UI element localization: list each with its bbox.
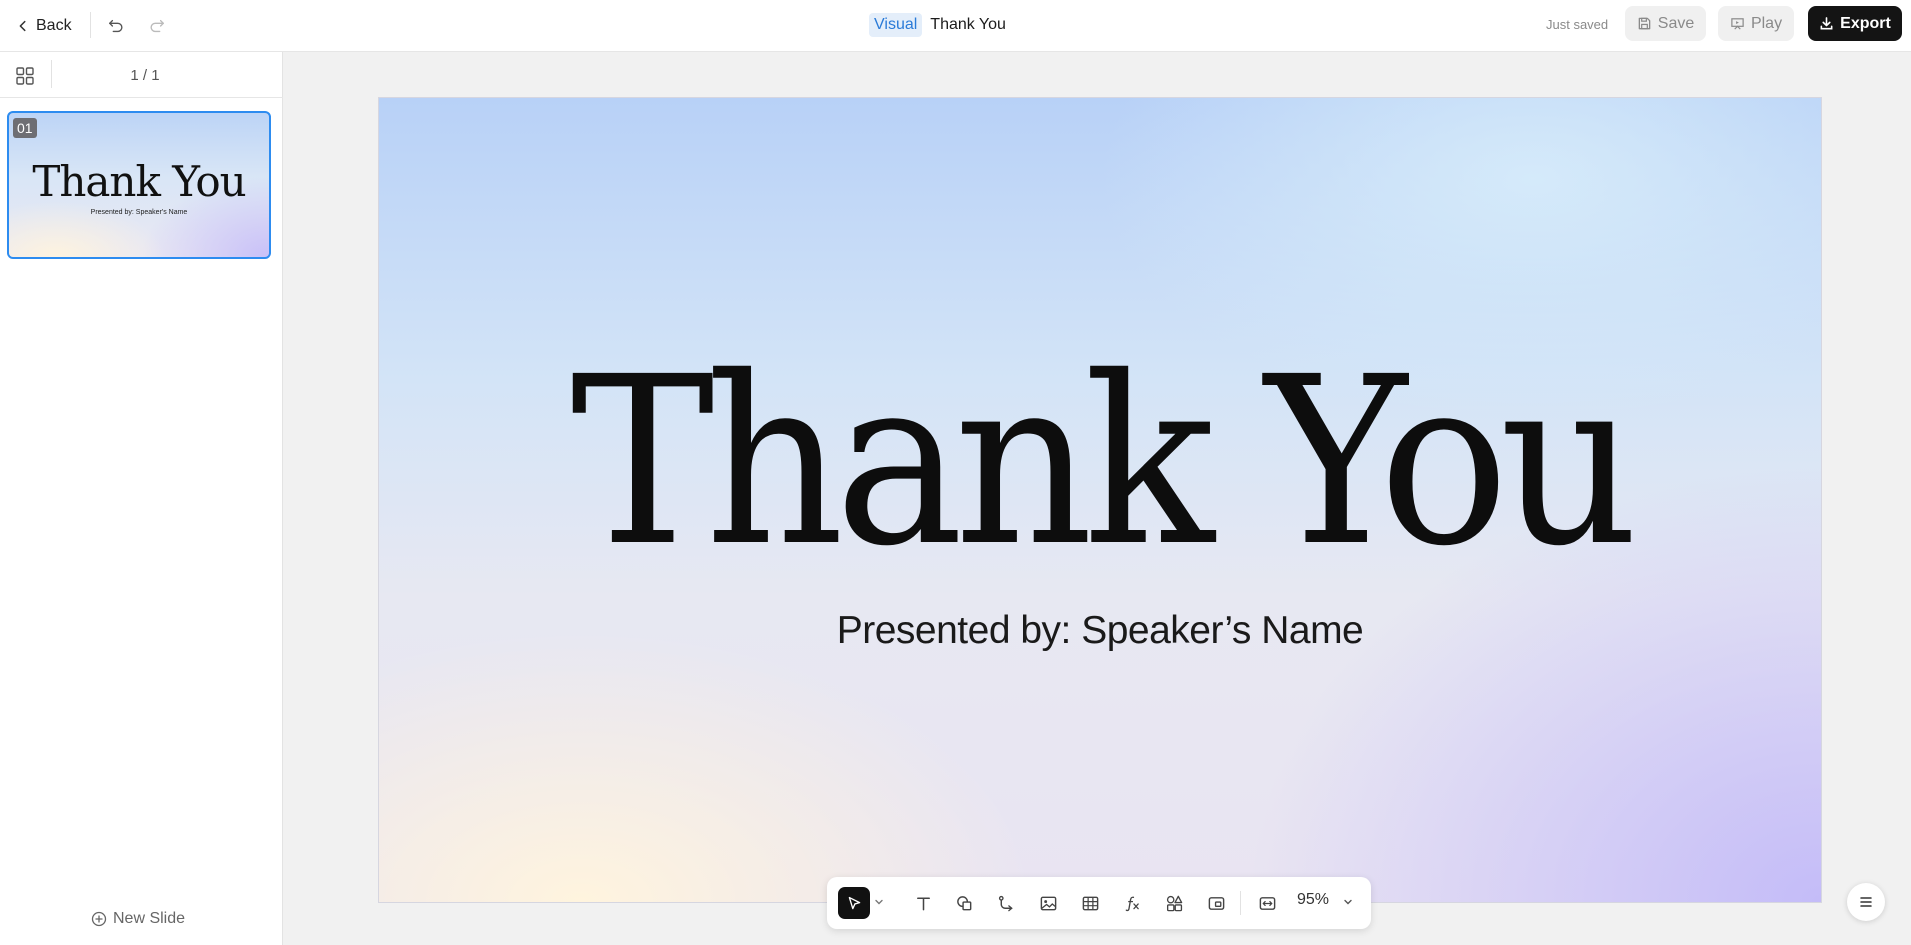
components-tool[interactable] xyxy=(1161,890,1187,916)
table-icon xyxy=(1082,896,1098,910)
top-bar: Back Visual Thank You Just saved Save Pl… xyxy=(0,0,1911,52)
play-icon xyxy=(1731,18,1744,30)
save-button[interactable]: Save xyxy=(1625,6,1706,41)
back-label: Back xyxy=(36,17,72,34)
slide-thumbnail[interactable]: 01 Thank You Presented by: Speaker's Nam… xyxy=(7,111,271,259)
fit-width-icon xyxy=(1259,896,1275,910)
download-icon xyxy=(1820,17,1833,30)
slide-title[interactable]: Thank You xyxy=(429,346,1770,578)
save-label: Save xyxy=(1657,14,1695,32)
plus-circle-icon xyxy=(91,911,107,927)
text-tool[interactable] xyxy=(910,890,936,916)
zoom-level[interactable]: 95% xyxy=(1297,891,1329,909)
thumbnail-title: Thank You xyxy=(32,157,246,206)
divider xyxy=(1240,891,1241,915)
cursor-icon xyxy=(848,896,860,909)
connector-icon xyxy=(998,895,1013,911)
new-slide-label: New Slide xyxy=(113,910,186,927)
export-label: Export xyxy=(1840,14,1891,32)
slide-canvas[interactable]: Thank You Presented by: Speaker’s Name xyxy=(378,97,1822,903)
insert-toolbar: 95% xyxy=(827,877,1371,929)
components-icon xyxy=(1166,895,1182,911)
back-button[interactable]: Back xyxy=(16,12,72,40)
menu-icon xyxy=(1860,897,1872,907)
chevron-down-icon[interactable] xyxy=(1343,897,1353,907)
save-icon xyxy=(1638,17,1651,30)
play-label: Play xyxy=(1750,14,1783,32)
chevron-down-icon[interactable] xyxy=(874,897,884,907)
media-icon xyxy=(1208,896,1224,910)
select-tool[interactable] xyxy=(838,887,870,919)
grid-view-icon[interactable] xyxy=(14,65,36,87)
undo-icon xyxy=(109,19,123,33)
image-icon xyxy=(1040,896,1056,910)
divider xyxy=(90,12,91,38)
shapes-icon xyxy=(956,895,971,910)
slide-number-badge: 01 xyxy=(13,118,37,138)
page-indicator: 1 / 1 xyxy=(130,67,160,84)
new-slide-button[interactable]: New Slide xyxy=(91,907,185,931)
thumbnail-subtitle: Presented by: Speaker's Name xyxy=(90,209,188,216)
save-status: Just saved xyxy=(1546,17,1609,32)
document-title[interactable]: Thank You xyxy=(930,16,1006,34)
document-title-area: Visual Thank You xyxy=(869,11,1006,39)
undo-button[interactable] xyxy=(102,12,130,40)
mode-badge[interactable]: Visual xyxy=(869,13,923,37)
redo-button[interactable] xyxy=(143,12,171,40)
slide-subtitle[interactable]: Presented by: Speaker’s Name xyxy=(379,609,1821,653)
menu-button[interactable] xyxy=(1847,883,1885,921)
image-tool[interactable] xyxy=(1035,890,1061,916)
chevron-left-icon xyxy=(19,20,26,32)
media-tool[interactable] xyxy=(1203,890,1229,916)
sidebar-header: 1 / 1 xyxy=(0,52,283,98)
shape-tool[interactable] xyxy=(951,890,977,916)
redo-icon xyxy=(150,19,164,33)
formula-icon xyxy=(1125,896,1139,911)
play-button[interactable]: Play xyxy=(1718,6,1794,41)
connector-tool[interactable] xyxy=(993,890,1019,916)
fit-width-tool[interactable] xyxy=(1254,890,1280,916)
text-icon xyxy=(916,897,930,910)
slides-sidebar: 1 / 1 01 Thank You Presented by: Speaker… xyxy=(0,52,283,945)
table-tool[interactable] xyxy=(1077,890,1103,916)
export-button[interactable]: Export xyxy=(1808,6,1902,41)
divider xyxy=(51,60,52,88)
formula-tool[interactable] xyxy=(1119,890,1145,916)
